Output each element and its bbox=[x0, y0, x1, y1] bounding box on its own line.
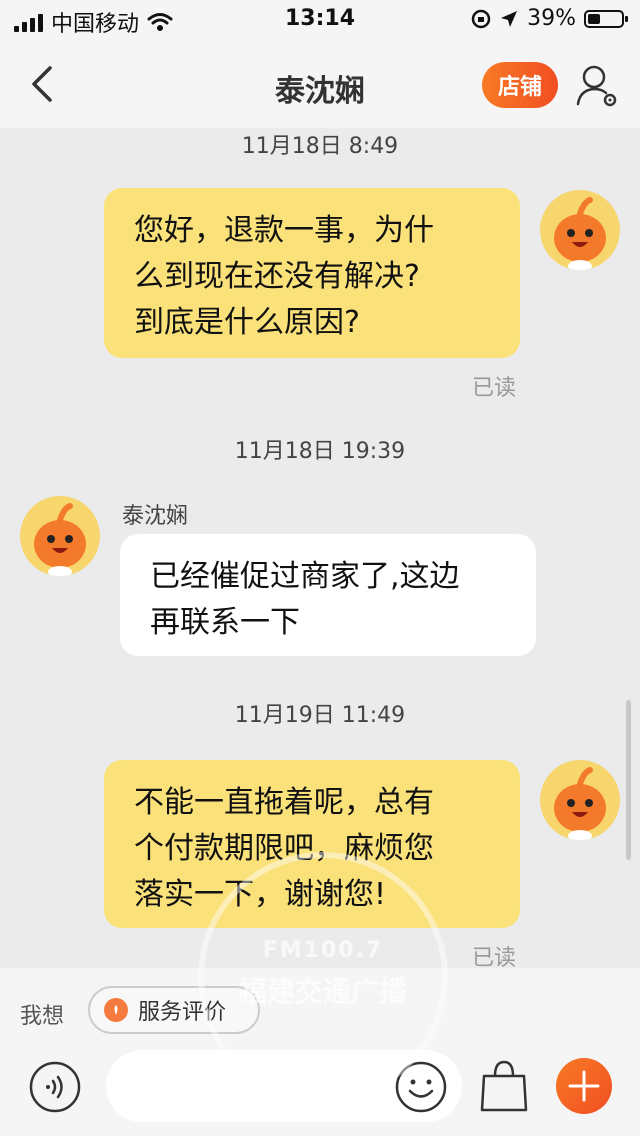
status-right: 39% bbox=[471, 6, 628, 31]
message-line: 已经催促过商家了,这边 bbox=[150, 559, 460, 594]
mascot-icon bbox=[554, 197, 606, 270]
message-line: 个付款期限吧，麻烦您 bbox=[134, 831, 434, 866]
more-button[interactable] bbox=[556, 1058, 612, 1114]
message-line: 到底是什么原因? bbox=[134, 305, 360, 340]
chip-label: 服务评价 bbox=[138, 1000, 227, 1025]
mascot-icon bbox=[34, 503, 86, 576]
rotation-lock-icon bbox=[471, 9, 491, 28]
battery-percent: 39% bbox=[527, 6, 576, 31]
my-avatar[interactable] bbox=[540, 760, 620, 840]
message-line: 落实一下，谢谢您! bbox=[134, 877, 387, 912]
status-bar: 中国移动 13:14 39% bbox=[0, 0, 640, 44]
watermark-line: FM100.7 bbox=[262, 938, 384, 963]
battery-icon bbox=[584, 9, 628, 28]
location-icon bbox=[501, 10, 518, 27]
emoji-icon[interactable] bbox=[394, 1060, 448, 1114]
message-line: 么到现在还没有解决? bbox=[134, 259, 420, 294]
shop-button[interactable]: 店铺 bbox=[482, 62, 558, 108]
seller-avatar[interactable] bbox=[20, 496, 100, 576]
read-receipt: 已读 bbox=[472, 376, 517, 401]
scrollbar[interactable] bbox=[626, 700, 631, 860]
my-message-bubble[interactable]: 不能一直拖着呢，总有 个付款期限吧，麻烦您 落实一下，谢谢您! bbox=[104, 760, 520, 928]
person-settings-icon[interactable] bbox=[574, 62, 622, 110]
my-message-bubble[interactable]: 您好，退款一事，为什 么到现在还没有解决? 到底是什么原因? bbox=[104, 188, 520, 358]
nav-bar: 泰沈娴 店铺 bbox=[0, 44, 640, 128]
sender-name: 泰沈娴 bbox=[122, 504, 189, 529]
plus-icon bbox=[568, 1070, 600, 1102]
timestamp: 11月18日 8:49 bbox=[241, 134, 399, 159]
message-line: 再联系一下 bbox=[150, 605, 300, 640]
message-line: 不能一直拖着呢，总有 bbox=[134, 785, 434, 820]
my-avatar[interactable] bbox=[540, 190, 620, 270]
input-bar: 我想 服务评价 bbox=[0, 968, 640, 1136]
shopping-bag-icon[interactable] bbox=[478, 1058, 530, 1114]
timestamp: 11月18日 19:39 bbox=[234, 439, 406, 464]
suggest-label: 我想 bbox=[20, 1004, 65, 1029]
voice-icon[interactable] bbox=[28, 1060, 82, 1114]
timestamp: 11月19日 11:49 bbox=[234, 703, 406, 728]
rating-icon bbox=[104, 998, 128, 1022]
their-message-bubble[interactable]: 已经催促过商家了,这边 再联系一下 bbox=[120, 534, 536, 656]
mascot-icon bbox=[554, 767, 606, 840]
message-line: 您好，退款一事，为什 bbox=[134, 213, 434, 248]
service-rating-chip[interactable]: 服务评价 bbox=[88, 986, 260, 1034]
